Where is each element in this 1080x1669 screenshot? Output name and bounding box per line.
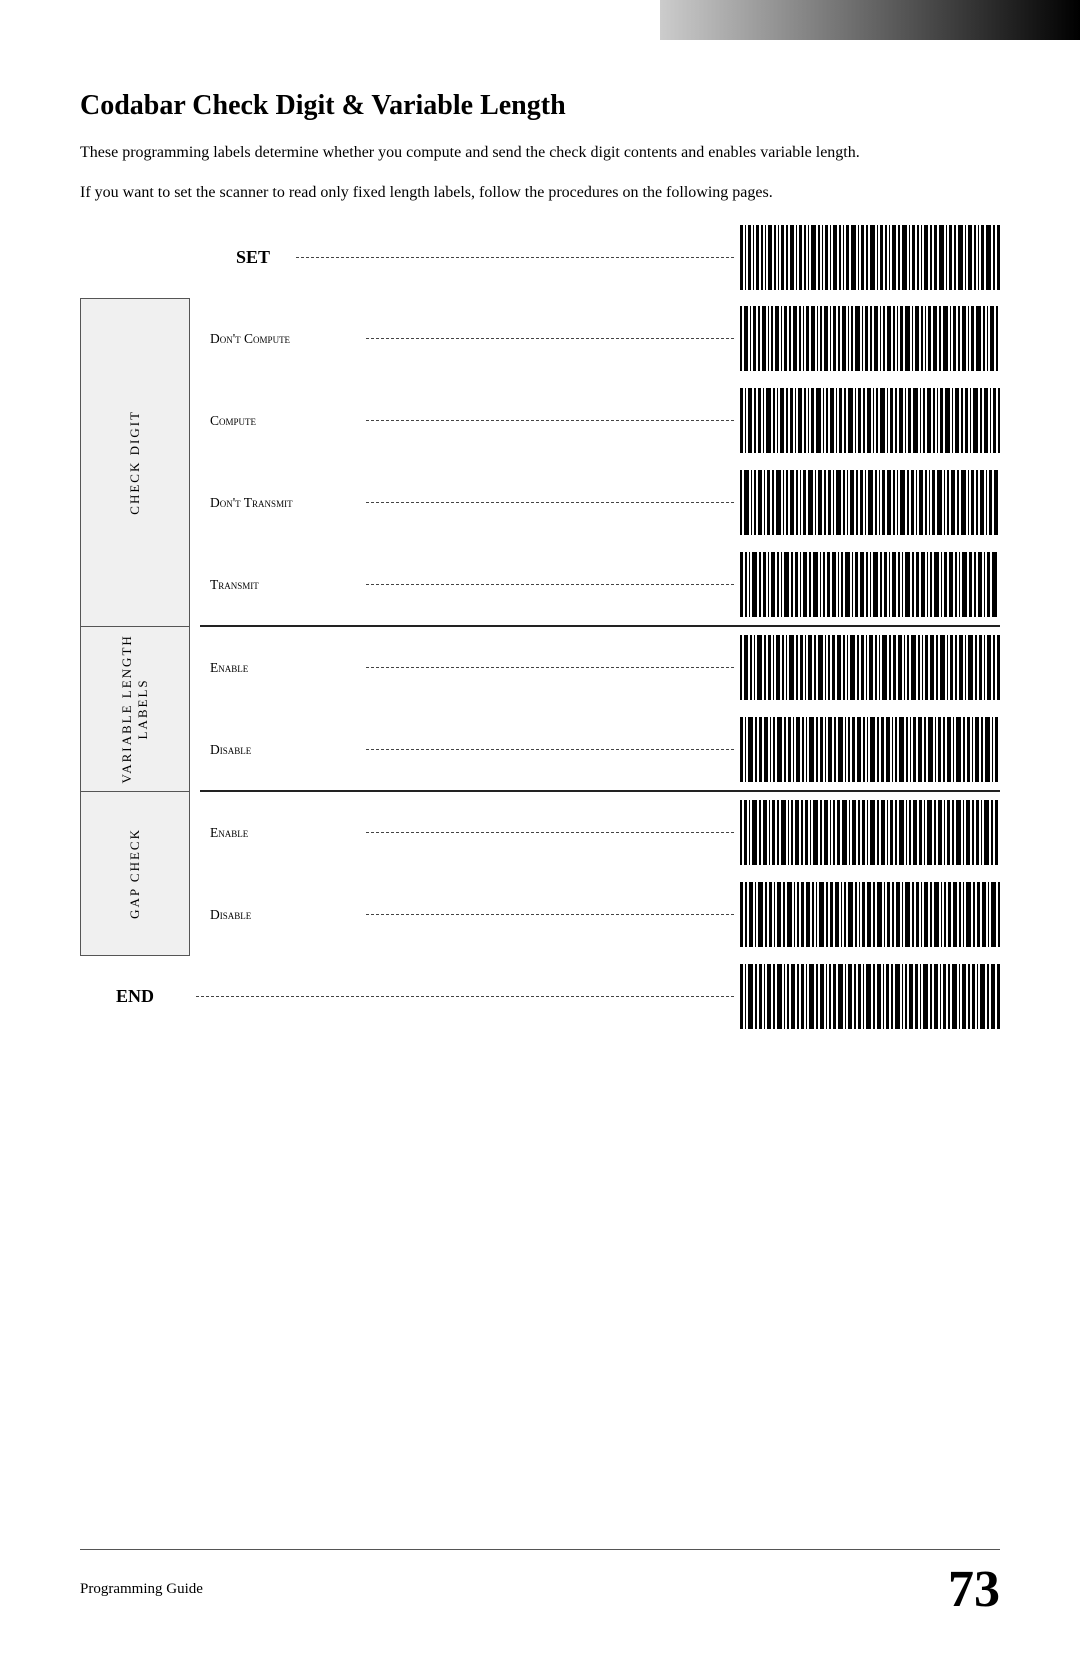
- transmit-dashes: [366, 584, 734, 585]
- page-title: Codabar Check Digit & Variable Length: [80, 90, 1000, 122]
- dont-compute-barcode: [740, 306, 1000, 371]
- dont-transmit-row: Don't Transmit: [200, 462, 1000, 544]
- gap-check-label: Gap Check: [80, 792, 190, 957]
- end-label: END: [80, 986, 190, 1007]
- body-paragraph-1: These programming labels determine wheth…: [80, 140, 1000, 166]
- disable-variable-dashes: [366, 749, 734, 750]
- end-row: END: [80, 964, 1000, 1029]
- disable-gap-dashes: [366, 914, 734, 915]
- gap-check-label-text: Gap Check: [127, 828, 143, 919]
- disable-gap-label: Disable: [200, 907, 360, 923]
- disable-variable-label: Disable: [200, 742, 360, 758]
- variable-length-label: Variable Length Labels: [80, 627, 190, 792]
- enable-variable-dashes: [366, 667, 734, 668]
- sections-container: Check Digit Variable Length Labels Gap C…: [80, 298, 1000, 956]
- dont-transmit-dashes: [366, 502, 734, 503]
- disable-variable-barcode: [740, 717, 1000, 782]
- transmit-barcode: [740, 552, 1000, 617]
- enable-gap-label: Enable: [200, 825, 360, 841]
- check-digit-label-text: Check Digit: [127, 410, 143, 515]
- dont-transmit-label: Don't Transmit: [200, 495, 360, 511]
- disable-gap-row: Disable: [200, 874, 1000, 956]
- enable-variable-barcode: [740, 635, 1000, 700]
- check-digit-label: Check Digit: [80, 298, 190, 627]
- end-barcode: [740, 964, 1000, 1029]
- end-dashes: [196, 996, 734, 997]
- enable-gap-dashes: [366, 832, 734, 833]
- barcode-diagram: SET: [80, 225, 1000, 1029]
- enable-variable-row: Enable: [200, 627, 1000, 709]
- set-dashes: [296, 257, 734, 258]
- top-bar-decoration: [660, 0, 1080, 40]
- footer-left-text: Programming Guide: [80, 1581, 203, 1598]
- set-barcode: [740, 225, 1000, 290]
- transmit-label: Transmit: [200, 577, 360, 593]
- dont-compute-label: Don't Compute: [200, 331, 360, 347]
- dont-compute-dashes: [366, 338, 734, 339]
- compute-barcode: [740, 388, 1000, 453]
- page: Codabar Check Digit & Variable Length Th…: [0, 0, 1080, 1669]
- variable-length-label-text: Variable Length Labels: [119, 627, 151, 791]
- dont-transmit-barcode: [740, 470, 1000, 535]
- compute-row: Compute: [200, 380, 1000, 462]
- dont-compute-row: Don't Compute: [200, 298, 1000, 380]
- compute-label: Compute: [200, 413, 360, 429]
- barcode-rows-container: Don't Compute: [190, 298, 1000, 956]
- disable-gap-barcode: [740, 882, 1000, 947]
- disable-variable-row: Disable: [200, 709, 1000, 792]
- footer-page-number: 73: [948, 1560, 1000, 1619]
- set-row: SET: [80, 225, 1000, 290]
- transmit-row: Transmit: [200, 544, 1000, 627]
- enable-gap-row: Enable: [200, 792, 1000, 874]
- body-paragraph-2: If you want to set the scanner to read o…: [80, 180, 1000, 206]
- left-labels: Check Digit Variable Length Labels Gap C…: [80, 298, 190, 956]
- footer: Programming Guide 73: [80, 1549, 1000, 1619]
- enable-gap-barcode: [740, 800, 1000, 865]
- set-label: SET: [200, 247, 270, 268]
- compute-dashes: [366, 420, 734, 421]
- enable-variable-label: Enable: [200, 660, 360, 676]
